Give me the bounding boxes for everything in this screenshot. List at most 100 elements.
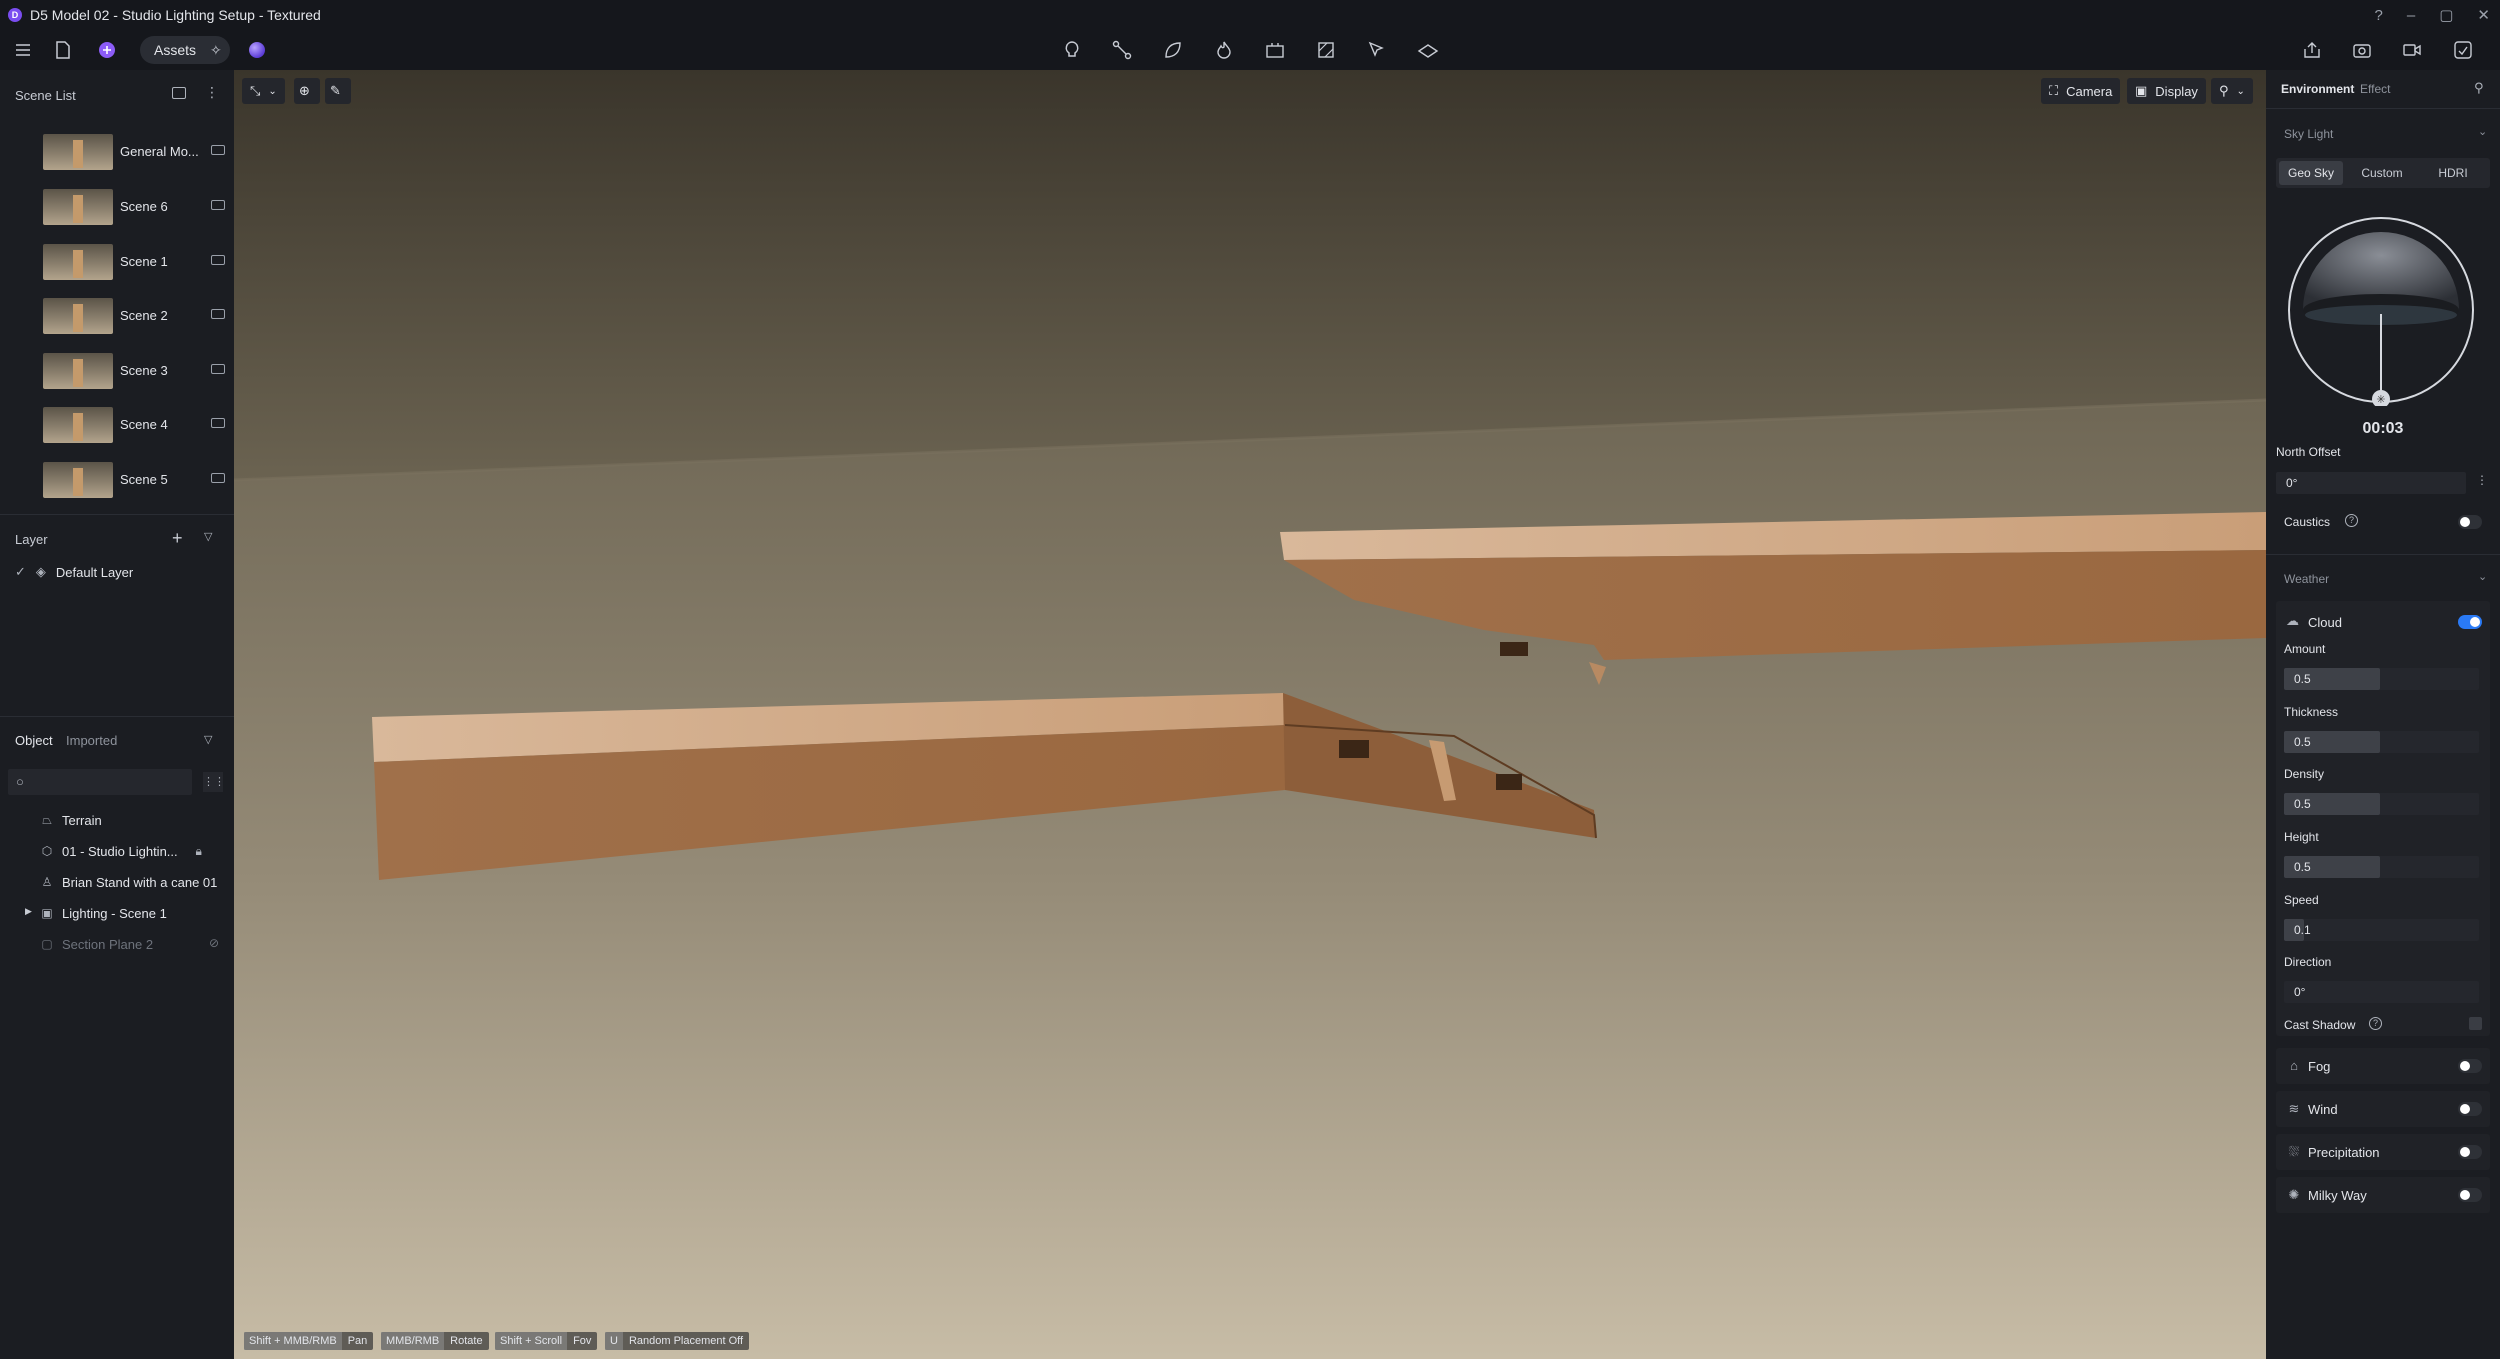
- object-item-terrain[interactable]: ⏢ Terrain: [40, 805, 102, 835]
- cast-shadow-checkbox[interactable]: [2469, 1017, 2482, 1030]
- 3d-viewport[interactable]: ⤡ ⌄ ⊕ ✎ ⛶ Camera ▣ Display ⚲ ⌄ Shift + MMB/R…: [234, 70, 2266, 1359]
- direction-input[interactable]: 0°: [2284, 981, 2479, 1003]
- camera-icon[interactable]: [211, 364, 225, 374]
- scene-item[interactable]: Scene 2: [15, 291, 225, 341]
- assets-button[interactable]: Assets ✧: [140, 36, 230, 64]
- fog-toggle[interactable]: [2458, 1059, 2482, 1073]
- globe-button[interactable]: ⊕: [294, 78, 320, 104]
- video-icon[interactable]: [2400, 38, 2424, 62]
- section-plane-icon: ▢: [41, 937, 53, 951]
- plugin-icon[interactable]: [95, 38, 119, 62]
- height-slider[interactable]: 0.5: [2284, 856, 2479, 878]
- eyedropper-button[interactable]: ✎: [325, 78, 351, 104]
- sky-mode-hdri[interactable]: HDRI: [2420, 161, 2486, 185]
- milky-way-toggle[interactable]: [2458, 1188, 2482, 1202]
- camera-icon[interactable]: [211, 473, 225, 483]
- grid-view-icon[interactable]: ⋮⋮: [203, 772, 225, 792]
- menu-icon[interactable]: [11, 38, 35, 62]
- wind-toggle[interactable]: [2458, 1102, 2482, 1116]
- scene-item[interactable]: Scene 3: [15, 346, 225, 396]
- info-icon[interactable]: ?: [2369, 1017, 2382, 1030]
- scene-item[interactable]: Scene 6: [15, 182, 225, 232]
- sun-position-dial[interactable]: ✳: [2285, 214, 2477, 406]
- sky-mode-geo-sky[interactable]: Geo Sky: [2279, 161, 2343, 185]
- object-item-character[interactable]: ♙ Brian Stand with a cane 01: [40, 867, 218, 897]
- camera-icon[interactable]: [211, 418, 225, 428]
- precipitation-icon: ⛆: [2288, 1144, 2300, 1159]
- add-scene-icon[interactable]: [172, 87, 186, 99]
- ai-assistant-icon[interactable]: [249, 42, 265, 58]
- camera-icon[interactable]: [211, 200, 225, 210]
- help-icon[interactable]: ?: [2375, 7, 2383, 24]
- pin-icon[interactable]: ⚲: [2474, 80, 2484, 96]
- sky-mode-segmented: Geo Sky Custom HDRI: [2276, 158, 2490, 188]
- hidden-eye-icon[interactable]: ⊘: [209, 936, 219, 950]
- search-field[interactable]: ○: [8, 769, 192, 795]
- texture-icon[interactable]: [1314, 38, 1338, 62]
- ai-sparkle-icon[interactable]: ✧: [210, 42, 222, 59]
- screenshot-icon[interactable]: [2350, 38, 2374, 62]
- display-button[interactable]: ▣ Display: [2127, 78, 2206, 104]
- chevron-down-icon[interactable]: ⌄: [2478, 570, 2487, 583]
- chevron-down-icon[interactable]: ⌄: [2478, 125, 2487, 138]
- hint-fov: Shift + Scroll Fov: [495, 1332, 598, 1350]
- precipitation-toggle[interactable]: [2458, 1145, 2482, 1159]
- tab-imported[interactable]: Imported: [66, 733, 117, 748]
- tab-object[interactable]: Object: [15, 733, 53, 748]
- animation-icon[interactable]: [1263, 38, 1287, 62]
- object-item-lighting[interactable]: ▣ Lighting - Scene 1: [40, 898, 166, 928]
- filter-icon[interactable]: ▽: [204, 530, 212, 543]
- add-layer-icon[interactable]: +: [172, 528, 183, 549]
- eyedropper-icon: ✎: [330, 83, 341, 98]
- fire-icon[interactable]: [1212, 38, 1236, 62]
- lock-icon[interactable]: 🔒︎: [192, 844, 206, 858]
- layer-item[interactable]: ✓ ◈ Default Layer: [15, 564, 133, 580]
- share-icon[interactable]: [2300, 38, 2324, 62]
- check-icon[interactable]: ✓: [15, 564, 26, 580]
- object-item-model[interactable]: ⬡ 01 - Studio Lightin... 🔒︎: [40, 836, 206, 866]
- camera-icon[interactable]: [211, 255, 225, 265]
- light-icon[interactable]: [1060, 38, 1084, 62]
- scene-item[interactable]: Scene 1: [15, 237, 225, 287]
- main-toolbar: [0, 30, 2500, 70]
- minimize-icon[interactable]: –: [2407, 7, 2415, 24]
- sky-mode-custom[interactable]: Custom: [2348, 161, 2416, 185]
- expand-arrow-icon[interactable]: ▶: [25, 906, 32, 917]
- camera-frame-icon: ⛶: [2049, 83, 2059, 98]
- density-slider[interactable]: 0.5: [2284, 793, 2479, 815]
- close-icon[interactable]: ✕: [2477, 6, 2490, 24]
- select-tool-icon[interactable]: [1365, 38, 1389, 62]
- scene-item[interactable]: Scene 4: [15, 400, 225, 450]
- scene-item[interactable]: Scene 5: [15, 455, 225, 505]
- camera-button[interactable]: ⛶ Camera: [2041, 78, 2121, 104]
- more-options-icon[interactable]: ⋮: [2476, 473, 2488, 487]
- north-offset-input[interactable]: 0°: [2276, 472, 2466, 494]
- caustics-toggle[interactable]: [2458, 515, 2482, 529]
- tab-environment[interactable]: Environment: [2281, 82, 2354, 96]
- fog-row: ⌂ Fog: [2276, 1048, 2490, 1084]
- hint-rotate: MMB/RMB Rotate: [381, 1332, 489, 1350]
- view-options-button[interactable]: ⚲ ⌄: [2211, 78, 2253, 104]
- amount-slider[interactable]: 0.5: [2284, 668, 2479, 690]
- render-icon[interactable]: [2451, 38, 2475, 62]
- transform-tool-button[interactable]: ⤡ ⌄: [242, 78, 285, 104]
- more-options-icon[interactable]: ⋮: [205, 84, 219, 101]
- camera-icon[interactable]: [211, 145, 225, 155]
- speed-slider[interactable]: 0.1: [2284, 919, 2479, 941]
- object-item-section-plane[interactable]: ▢ Section Plane 2: [40, 929, 153, 959]
- wind-icon: ≋: [2288, 1101, 2300, 1116]
- maximize-icon[interactable]: ▢: [2439, 6, 2453, 24]
- new-file-icon[interactable]: [51, 38, 75, 62]
- path-tool-icon[interactable]: [1110, 38, 1134, 62]
- info-icon[interactable]: ?: [2345, 514, 2358, 527]
- scene-item[interactable]: General Mo...: [15, 127, 225, 177]
- filter-icon[interactable]: ▽: [204, 733, 212, 746]
- thickness-slider[interactable]: 0.5: [2284, 731, 2479, 753]
- amount-label: Amount: [2284, 642, 2326, 656]
- cloud-toggle[interactable]: [2458, 615, 2482, 629]
- terrain-tool-icon[interactable]: [1416, 38, 1440, 62]
- search-input[interactable]: [34, 772, 184, 792]
- tab-effect[interactable]: Effect: [2360, 82, 2390, 96]
- camera-icon[interactable]: [211, 309, 225, 319]
- leaf-icon[interactable]: [1161, 38, 1185, 62]
